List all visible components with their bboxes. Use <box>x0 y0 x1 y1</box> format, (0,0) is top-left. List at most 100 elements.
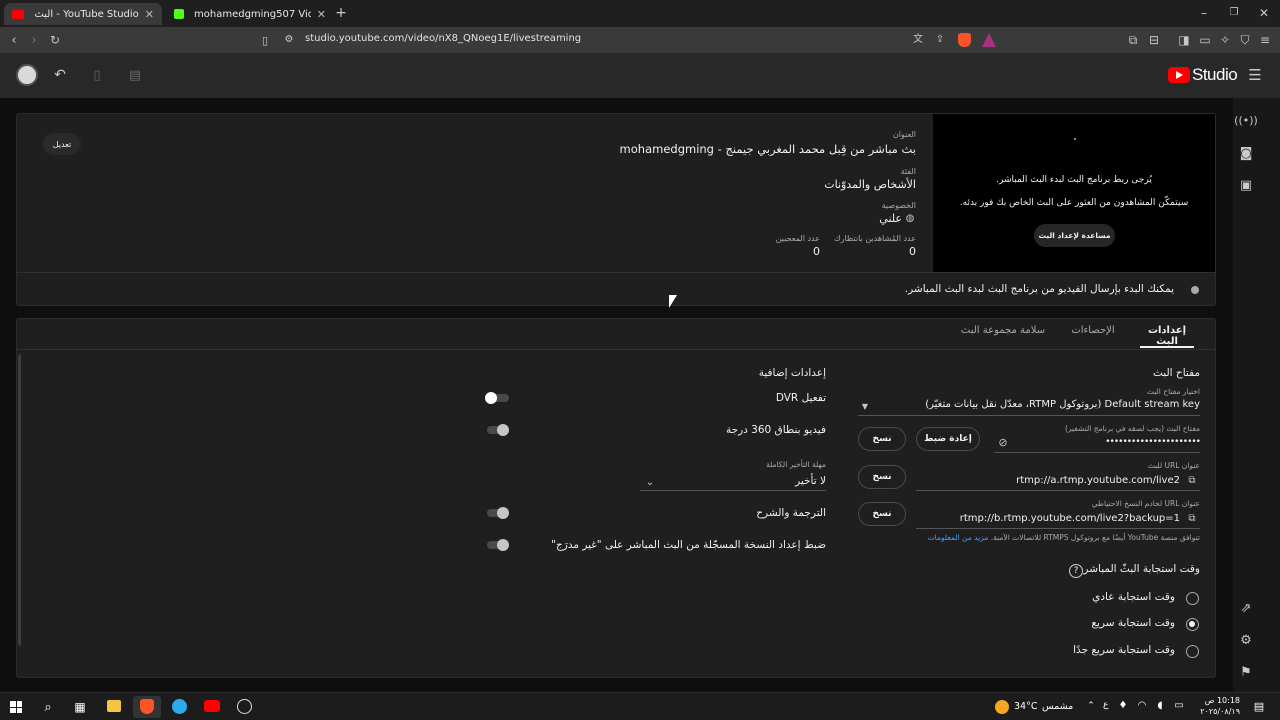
address-bar-row <box>0 27 1280 53</box>
edit-button[interactable]: تعديل <box>43 133 81 155</box>
settings-panel <box>16 318 1216 678</box>
undo-icon[interactable]: ↶ <box>52 67 68 83</box>
copy-backup-url-button[interactable]: نسخ <box>858 502 906 526</box>
setup-help-button[interactable]: مساعدة لإعداد البث <box>1034 224 1115 247</box>
site-info-icon[interactable]: ⚙ <box>283 33 295 47</box>
close-window-button[interactable]: ✕ <box>1258 7 1270 19</box>
windows-start-icon[interactable] <box>10 701 22 713</box>
brave-browser-icon[interactable] <box>140 699 154 714</box>
file-explorer-icon[interactable] <box>107 700 121 712</box>
extensions-icon[interactable]: ⧉ <box>1127 33 1139 47</box>
weather-temp[interactable]: 34°C <box>1014 701 1037 712</box>
360-video-toggle-knob[interactable] <box>497 424 509 436</box>
latency-option-low[interactable]: وقت استجابة سريع <box>1060 617 1175 629</box>
reset-key-button[interactable]: إعادة ضبط <box>916 427 980 451</box>
weather-text[interactable]: مشمس <box>1042 701 1073 712</box>
wallet-icon[interactable]: ▭ <box>1199 33 1211 47</box>
stream-key-select[interactable]: Default stream key (بروتوكول RTMP، معدّل… <box>880 399 1200 410</box>
minimize-button[interactable]: – <box>1198 7 1210 19</box>
key-underline <box>994 452 1200 453</box>
youtube-app-icon[interactable] <box>204 700 220 712</box>
leo-ai-icon[interactable]: ✧ <box>1219 33 1231 47</box>
tab-title: mohamedgming507 Videos - Watch <box>194 8 311 20</box>
studio-logo-text[interactable]: Studio <box>1192 65 1238 85</box>
rtmps-note-text: تتوافق منصة YouTube أيضًا مع بروتوكول RT… <box>990 533 1200 542</box>
dvr-toggle-knob[interactable] <box>485 392 497 404</box>
translate-icon[interactable]: 文 <box>912 33 924 47</box>
backup-url-field[interactable]: rtmp://b.rtmp.youtube.com/live2?backup=1 <box>940 513 1180 524</box>
preview-message-2: سيتمكّن المشاهدون من العثور على البث الخ… <box>959 198 1189 208</box>
browser-tab-kick-videos[interactable]: mohamedgming507 Videos - Watch ✕ <box>166 3 334 25</box>
dvr-label: تفعيل DVR <box>775 392 826 404</box>
latency-option-ultra-low[interactable]: وقت استجابة سريع جدًا <box>1040 644 1175 656</box>
notification-icon[interactable]: ▤ <box>1252 700 1266 712</box>
tab-analytics[interactable]: الإحصاءات <box>1060 325 1126 336</box>
microphone-icon[interactable]: ♦ <box>1118 700 1128 712</box>
close-tab-icon[interactable]: ✕ <box>317 8 326 21</box>
battery-icon[interactable]: ▭ <box>1172 700 1186 712</box>
chevron-up-icon[interactable]: ⌃ <box>1086 701 1096 711</box>
latency-option-normal[interactable]: وقت استجابة عادي <box>1060 591 1175 603</box>
maximize-button[interactable]: ❐ <box>1228 7 1240 19</box>
back-icon[interactable]: ‹ <box>8 33 20 47</box>
hamburger-icon[interactable]: ☰ <box>1247 67 1263 83</box>
url-field[interactable]: studio.youtube.com/video/nX8_QNoeg1E/liv… <box>305 33 581 44</box>
camera-icon[interactable]: ◙ <box>1239 146 1253 160</box>
active-tab-indicator <box>1140 346 1194 348</box>
downloads-icon[interactable]: ⊟ <box>1148 33 1160 47</box>
copy-key-button[interactable]: نسخ <box>858 427 906 451</box>
delay-label: مهلة التأخير الكاملة <box>765 460 826 469</box>
bookmark-icon[interactable]: ▯ <box>259 33 271 47</box>
scrollbar[interactable] <box>18 354 21 646</box>
task-view-icon[interactable]: ▦ <box>72 699 88 715</box>
tab-stream-health[interactable]: سلامة مجموعة البث <box>955 325 1051 336</box>
delay-select[interactable]: لا تأخير <box>660 475 826 487</box>
live-broadcast-icon[interactable]: ((•)) <box>1234 113 1258 127</box>
waiting-viewers-value: 0 <box>909 245 916 258</box>
forward-icon[interactable]: › <box>28 33 40 47</box>
share-icon[interactable]: ⇪ <box>934 33 946 47</box>
privacy-value: علني <box>879 212 902 225</box>
radio-low-latency[interactable] <box>1186 618 1199 631</box>
learn-more-link[interactable]: مزيد من المعلومات <box>928 533 989 542</box>
reload-icon[interactable]: ↻ <box>48 33 62 47</box>
keyboard-language[interactable]: ع <box>1103 700 1108 710</box>
stream-url-field[interactable]: rtmp://a.rtmp.youtube.com/live2 <box>960 475 1180 486</box>
copy-url-button[interactable]: نسخ <box>858 465 906 489</box>
weather-sun-icon <box>995 700 1009 714</box>
tab-stream-settings[interactable]: إعدادات البث <box>1140 325 1194 347</box>
settings-gear-icon[interactable]: ⚙ <box>1239 633 1253 647</box>
browser-tab-youtube-studio[interactable]: YouTube Studio - البث المباشر ✕ <box>4 3 162 25</box>
close-tab-icon[interactable]: ✕ <box>145 8 154 21</box>
avatar[interactable] <box>16 64 38 86</box>
obs-icon[interactable] <box>237 699 252 714</box>
dropdown-arrow-icon[interactable]: ▼ <box>860 402 870 412</box>
browser-menu-icon[interactable]: ≡ <box>1259 33 1271 47</box>
radio-ultra-low-latency[interactable] <box>1186 645 1199 658</box>
vpn-shield-icon[interactable]: ⛉ <box>1239 33 1251 47</box>
stream-key-field[interactable]: •••••••••••••••••••••• <box>1060 437 1201 447</box>
clock-time[interactable]: 10:18 ص <box>1196 696 1240 705</box>
brave-shields-icon[interactable] <box>958 33 971 47</box>
new-tab-button[interactable]: + <box>334 6 348 20</box>
search-icon[interactable]: ⌕ <box>40 699 56 715</box>
unlisted-toggle-knob[interactable] <box>497 539 509 551</box>
select-underline <box>858 415 1200 416</box>
feedback-icon[interactable]: ⚑ <box>1239 665 1253 679</box>
loading-dot <box>1074 138 1076 140</box>
clock-date[interactable]: ٢٠٢٥/٠٨/١٩ <box>1196 707 1240 716</box>
volume-icon[interactable]: ◖ <box>1154 700 1166 712</box>
open-external-icon[interactable]: ⇗ <box>1239 601 1253 615</box>
youtube-logo-icon[interactable] <box>1168 67 1190 83</box>
radio-normal-latency[interactable] <box>1186 592 1199 605</box>
calendar-icon[interactable]: ▣ <box>1239 178 1253 192</box>
copy-icon[interactable]: ⧉ <box>1186 475 1198 487</box>
copy-icon[interactable]: ⧉ <box>1186 513 1198 525</box>
visibility-off-icon[interactable]: ⊘ <box>996 436 1010 448</box>
chevron-down-icon[interactable]: ⌄ <box>644 477 656 489</box>
captions-toggle-knob[interactable] <box>497 507 509 519</box>
bookmark-outline-icon: ▯ <box>93 67 101 83</box>
sidebar-toggle-icon[interactable]: ◨ <box>1178 33 1190 47</box>
telegram-icon[interactable] <box>172 699 187 714</box>
wifi-icon[interactable]: ◠ <box>1136 700 1148 712</box>
